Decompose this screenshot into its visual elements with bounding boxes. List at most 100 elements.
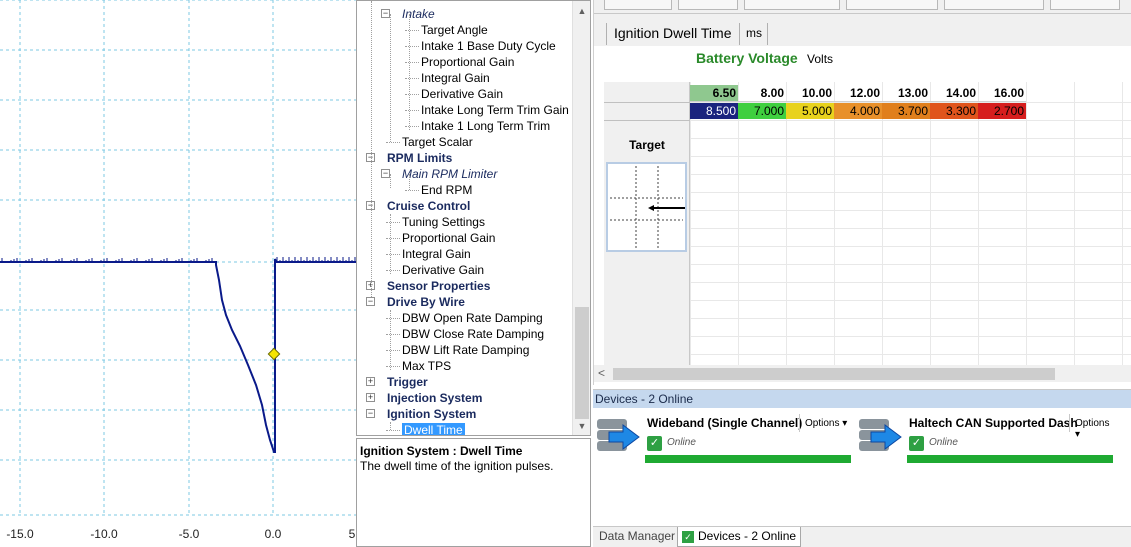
top-tab[interactable] [744, 0, 840, 10]
axis-column-header[interactable]: 8.00 [738, 85, 786, 102]
axis-column-header[interactable]: 14.00 [930, 85, 978, 102]
tree-item[interactable]: Proportional Gain [402, 230, 495, 246]
expand-icon[interactable]: + [366, 377, 375, 386]
tree-item[interactable]: Integral Gain [421, 70, 490, 86]
collapse-icon[interactable]: − [366, 409, 375, 418]
tree-item[interactable]: Derivative Gain [402, 262, 484, 278]
tree-item-label: Integral Gain [402, 247, 471, 261]
tab-data-manager[interactable]: Data Manager [595, 527, 679, 547]
description-title: Ignition System : Dwell Time [360, 444, 523, 458]
table-cell[interactable]: 3.300 [930, 103, 978, 119]
tree-item[interactable]: Derivative Gain [421, 86, 503, 102]
grid-line [690, 82, 691, 365]
tree-scroll-thumb[interactable] [575, 307, 589, 419]
grid-line [738, 82, 739, 365]
tree-item-label: Derivative Gain [421, 87, 504, 101]
tree-item[interactable]: Integral Gain [402, 246, 471, 262]
scope-plot[interactable]: -15.0 -10.0 -5.0 0.0 5 [0, 0, 356, 547]
tree-item[interactable]: Dwell Time [402, 422, 465, 436]
grid-line [690, 336, 1131, 337]
grid-line [690, 138, 1131, 139]
tree-item-label: DBW Close Rate Damping [402, 327, 545, 341]
table-cell[interactable]: 7.000 [738, 103, 786, 119]
scroll-up-icon[interactable]: ▲ [573, 3, 590, 20]
tree-item-label: Cruise Control [387, 199, 471, 213]
tree-item-label: Main RPM Limiter [402, 167, 498, 181]
top-tab[interactable] [604, 0, 672, 10]
device-options-button[interactable]: Options ▾ [1075, 418, 1117, 440]
grid-line [1026, 82, 1027, 365]
tree-item[interactable]: Max TPS [402, 358, 451, 374]
tree-item[interactable]: DBW Lift Rate Damping [402, 342, 529, 358]
tree-item[interactable]: DBW Close Rate Damping [402, 326, 544, 342]
tree-item[interactable]: Intake Long Term Trim Gain [421, 102, 569, 118]
table-cell[interactable]: 3.700 [882, 103, 930, 119]
tree-item[interactable]: Intake 1 Long Term Trim [421, 118, 550, 134]
axis-column-header[interactable]: 13.00 [882, 85, 930, 102]
collapse-icon[interactable]: − [381, 9, 390, 18]
tree-item[interactable]: Main RPM Limiter [402, 166, 497, 182]
grid-line [786, 82, 787, 365]
tree-item[interactable]: Ignition System [387, 406, 476, 422]
scroll-left-icon[interactable]: < [598, 365, 605, 382]
top-tab[interactable] [846, 0, 938, 10]
device-card: Haltech CAN Supported Dash Options ▾ ✓ Onli… [855, 412, 1117, 464]
tree-item[interactable]: Target Angle [421, 22, 488, 38]
device-options-button[interactable]: Options ▾ [805, 418, 847, 429]
axis-column-header[interactable]: 12.00 [834, 85, 882, 102]
tree-item[interactable]: Proportional Gain [421, 54, 514, 70]
tree-connector [409, 14, 410, 130]
description-text: The dwell time of the ignition pulses. [360, 459, 554, 473]
horizontal-scrollbar[interactable]: < [594, 365, 1131, 382]
tree-item-label: DBW Lift Rate Damping [402, 343, 530, 357]
horizontal-scroll-thumb[interactable] [613, 368, 1055, 380]
tree-item[interactable]: Target Scalar [402, 134, 473, 150]
axis-column-header[interactable]: 6.50 [690, 85, 738, 102]
x-tick-label: -5.0 [179, 527, 200, 541]
collapse-icon[interactable]: − [366, 297, 375, 306]
tab-devices[interactable]: ✓ Devices - 2 Online [677, 527, 802, 547]
tree-item[interactable]: Trigger [387, 374, 428, 390]
expand-icon[interactable]: + [366, 393, 375, 402]
tree-item[interactable]: Intake [402, 6, 435, 22]
tree-connector [409, 174, 410, 190]
parameter-tree[interactable]: Intake − Target Angle Intake 1 Base Duty Cy… [357, 1, 573, 436]
tree-item[interactable]: Injection System [387, 390, 482, 406]
tree-connector [405, 62, 419, 63]
table-cell[interactable]: 2.700 [978, 103, 1026, 119]
tree-item[interactable]: RPM Limits [387, 150, 452, 166]
tree-connector [386, 254, 400, 255]
tree-item[interactable]: Cruise Control [387, 198, 470, 214]
tree-item[interactable]: Intake 1 Base Duty Cycle [421, 38, 556, 54]
scroll-down-icon[interactable]: ▼ [573, 418, 590, 435]
collapse-icon[interactable]: − [381, 169, 390, 178]
table-cell[interactable]: 4.000 [834, 103, 882, 119]
device-icon [859, 419, 902, 451]
top-tab[interactable] [944, 0, 1044, 10]
tree-scrollbar[interactable]: ▲ ▼ [572, 1, 590, 435]
table-grid[interactable]: Target 6.50 8.00 10.00 12.00 13.00 14.00 16.00… [594, 82, 1131, 365]
top-tab[interactable] [678, 0, 738, 10]
grid-line [690, 282, 1131, 283]
grid-line [690, 300, 1131, 301]
axis-column-header[interactable]: 16.00 [978, 85, 1026, 102]
table-cell[interactable]: 8.500 [690, 103, 738, 119]
top-tab[interactable] [1050, 0, 1120, 10]
grid-line [690, 192, 1131, 193]
axis-column-header[interactable]: 10.00 [786, 85, 834, 102]
tree-item-label: Intake 1 Base Duty Cycle [421, 39, 556, 53]
tree-item-label: Dwell Time [402, 423, 465, 436]
tree-item[interactable]: Sensor Properties [387, 278, 490, 294]
tree-item[interactable]: End RPM [421, 182, 472, 198]
separator [799, 414, 800, 432]
check-icon: ✓ [647, 436, 662, 451]
table-unit[interactable]: ms [746, 26, 762, 40]
check-icon: ✓ [909, 436, 924, 451]
tree-item[interactable]: DBW Open Rate Damping [402, 310, 543, 326]
grid-line [1074, 82, 1075, 365]
tree-item-label: Target Scalar [402, 135, 473, 149]
grid-line [690, 174, 1131, 175]
tree-item[interactable]: Tuning Settings [402, 214, 485, 230]
table-cell[interactable]: 5.000 [786, 103, 834, 119]
tree-item[interactable]: Drive By Wire [387, 294, 465, 310]
